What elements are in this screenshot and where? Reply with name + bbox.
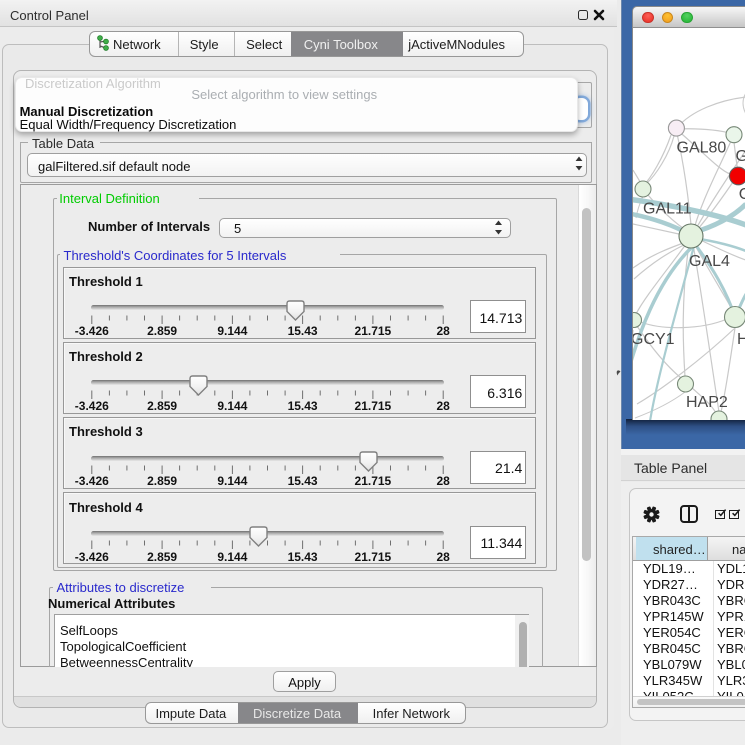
svg-text:GAL80: GAL80 [677,140,727,157]
svg-text:GA: GA [736,148,745,165]
svg-text:GAL4: GAL4 [689,253,730,270]
svg-text:H: H [737,331,745,348]
svg-text:GCY1: GCY1 [633,331,675,348]
svg-text:GAL11: GAL11 [643,201,692,218]
svg-text:C: C [739,186,745,203]
svg-text:HAP2: HAP2 [686,394,728,411]
